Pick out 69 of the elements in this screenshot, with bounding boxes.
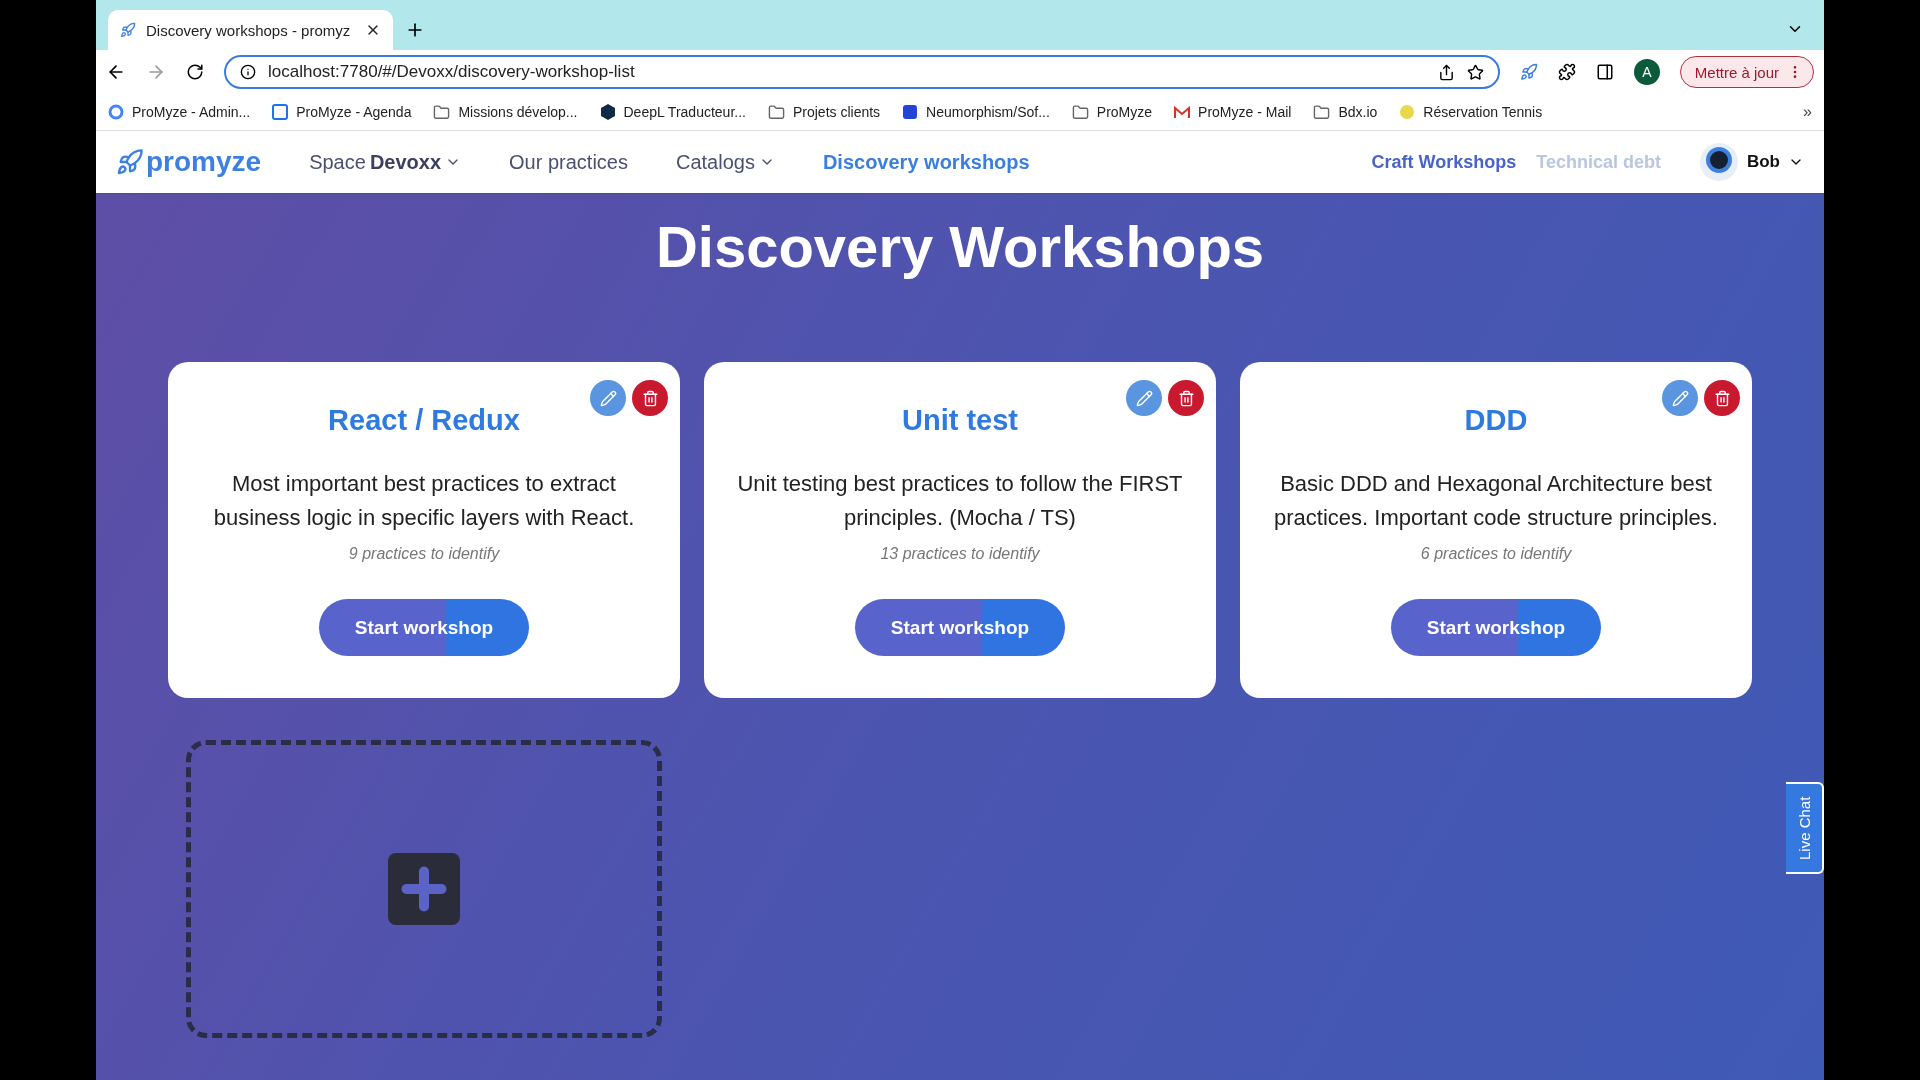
edit-button[interactable] [590,380,626,416]
rocket-icon[interactable] [1519,63,1538,81]
workshop-description: Unit testing best practices to follow the FIRST principles. (Mocha / TS) [736,470,1184,532]
folder-icon [1071,103,1089,121]
add-workshop-tile[interactable] [186,740,662,1038]
user-menu[interactable]: Bob [1698,142,1804,182]
bookmark[interactable]: Réservation Tennis [1399,104,1543,120]
pencil-icon [599,389,617,407]
browser-tab[interactable]: Discovery workshops - promyz [108,10,393,50]
tab-title: Discovery workshops - promyz [146,21,352,39]
practice-count: 9 practices to identify [348,545,500,563]
puzzle-icon[interactable] [1557,63,1576,81]
delete-button[interactable] [1168,380,1204,416]
bookmark[interactable]: ProMyze - Admin... [108,104,251,120]
nav-link[interactable]: Discovery workshops [822,150,1030,174]
pencil-icon [1135,389,1153,407]
nav-link[interactable]: Catalogs [675,150,775,174]
delete-button[interactable] [1704,380,1740,416]
update-button[interactable]: Mettre à jour [1679,56,1814,88]
plus-icon [388,853,460,925]
bookmark[interactable]: ProMyze [1071,103,1153,121]
info-icon [240,64,256,80]
trash-icon [1177,389,1195,407]
address-bar[interactable]: localhost:7780/#/Devoxx/discovery-workshop-list [224,55,1500,89]
page-title: Discovery Workshops [655,213,1265,280]
promyze-logo[interactable]: promyze [116,146,262,178]
bookmark[interactable]: Bdx.io [1313,103,1378,121]
live-chat-button[interactable]: Live Chat [1786,782,1824,874]
more-bookmarks[interactable]: » [1803,103,1812,121]
space-selector[interactable]: Space Devoxx [309,150,462,174]
bookmark[interactable]: DeepL Traducteur... [599,104,746,120]
workshop-title: Unit test [902,404,1018,437]
astronaut-avatar-icon [1698,142,1739,182]
start-workshop-button[interactable]: Start workshop [1391,599,1601,656]
bookmark[interactable]: Neumorphism/Sof... [902,104,1050,120]
pencil-icon [1671,389,1689,407]
folder-icon [767,103,785,121]
share-icon[interactable] [1437,63,1455,81]
nav-link[interactable]: Our practices [509,150,628,174]
start-workshop-button[interactable]: Start workshop [319,599,529,656]
bookmark[interactable]: Missions dévelop... [433,103,578,121]
folder-icon [1313,103,1331,121]
bookmark[interactable]: ProMyze - Mail [1174,104,1292,120]
reload-icon[interactable] [186,63,204,81]
edit-button[interactable] [1126,380,1162,416]
trash-icon [1713,389,1731,407]
start-workshop-button[interactable]: Start workshop [855,599,1065,656]
rocket-icon [120,22,136,38]
cube-icon [902,104,919,120]
side-panel-icon[interactable] [1595,63,1614,81]
practice-count: 6 practices to identify [1420,545,1572,563]
mail-icon [1174,105,1191,119]
calendar-icon [272,104,289,120]
workshop-description: Most important best practices to extract business logic in specific layers with React. [212,470,636,532]
delete-button[interactable] [632,380,668,416]
star-icon[interactable] [1466,63,1484,81]
url-text: localhost:7780/#/Devoxx/discovery-workshop-list [268,62,636,82]
nav-link[interactable]: Craft Workshops [1371,151,1517,173]
workshop-title: DDD [1464,404,1528,437]
bookmark[interactable]: Projets clients [767,103,881,121]
workshop-description: Basic DDD and Hexagonal Architecture best practices. Important code structure principles. [1273,470,1719,532]
practice-count: 13 practices to identify [880,545,1040,563]
workshop-title: React / Redux [328,404,520,437]
edit-button[interactable] [1662,380,1698,416]
trash-icon [641,389,659,407]
folder-icon [433,103,451,121]
profile-avatar[interactable]: A [1633,59,1660,85]
bookmark[interactable]: ProMyze - Agenda [272,104,412,120]
tennis-ball-icon [1399,104,1416,120]
